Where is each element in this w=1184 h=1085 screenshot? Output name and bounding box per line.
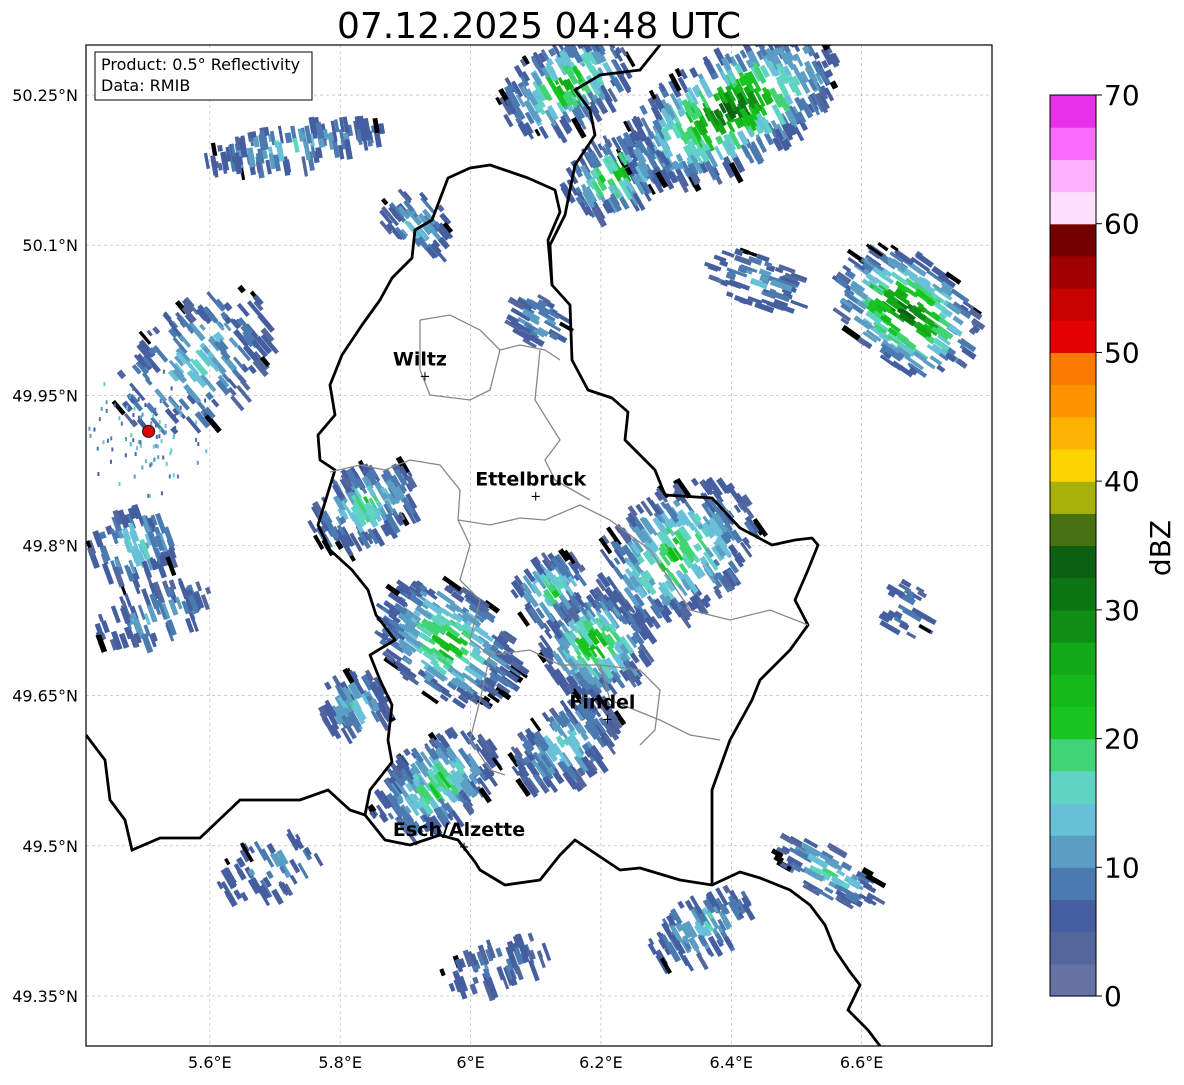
- longitude-axis: 5.6°E 5.8°E 6°E 6.2°E 6.4°E 6.6°E: [188, 1053, 883, 1072]
- colorbar-segment: [1050, 127, 1096, 160]
- info-data-source: Data: RMIB: [101, 76, 190, 95]
- colorbar-segment: [1050, 352, 1096, 386]
- figure-canvas: 07.12.2025 04:48 UTC +Wiltz+Ettelbruck+F…: [12, 6, 1177, 1072]
- lon-tick-label: 6.4°E: [709, 1053, 753, 1072]
- colorbar-tick-label: 30: [1104, 594, 1140, 627]
- colorbar-tick-label: 10: [1104, 851, 1140, 884]
- colorbar-segment: [1050, 963, 1096, 997]
- colorbar-segment: [1050, 770, 1096, 804]
- radar-site-dot[interactable]: [141, 424, 156, 438]
- colorbar-segment: [1050, 899, 1096, 933]
- colorbar-segment: [1050, 191, 1096, 225]
- colorbar-segment: [1050, 577, 1096, 611]
- colorbar-tick-label: 50: [1104, 336, 1140, 369]
- colorbar-segment: [1050, 255, 1096, 289]
- colorbar-segment: [1050, 448, 1096, 482]
- lon-tick-label: 5.8°E: [318, 1053, 362, 1072]
- lon-tick-label: 5.6°E: [188, 1053, 232, 1072]
- radar-site-marker: [141, 424, 156, 438]
- colorbar-segment: [1050, 867, 1096, 901]
- city-marker-cross: +: [602, 713, 613, 728]
- colorbar-segment: [1050, 223, 1096, 257]
- city-marker-cross: +: [419, 369, 430, 384]
- colorbar-segment: [1050, 159, 1096, 193]
- colorbar-tick-label: 70: [1104, 79, 1140, 112]
- colorbar: 0 10 20 30 40 50 60 70: [1049, 79, 1140, 1013]
- colorbar-segment: [1050, 481, 1096, 514]
- lat-tick-label: 49.35°N: [12, 987, 78, 1006]
- colorbar-segment: [1050, 706, 1096, 740]
- lat-tick-label: 49.95°N: [12, 386, 78, 405]
- colorbar-segment: [1050, 545, 1096, 579]
- latitude-axis: 50.25°N 50.1°N 49.95°N 49.8°N 49.65°N 49.5°N 4…: [12, 86, 78, 1006]
- map-title: 07.12.2025 04:48 UTC: [337, 6, 741, 47]
- city-label: Wiltz: [393, 348, 447, 370]
- colorbar-segment: [1050, 384, 1096, 418]
- colorbar-segment: [1050, 802, 1096, 836]
- colorbar-label: dBZ: [1144, 520, 1177, 576]
- city-label: Ettelbruck: [475, 468, 586, 490]
- colorbar-segment: [1050, 320, 1096, 354]
- colorbar-tick-label: 40: [1104, 465, 1140, 498]
- lon-tick-label: 6.2°E: [579, 1053, 623, 1072]
- colorbar-segment: [1050, 642, 1096, 675]
- colorbar-segment: [1050, 835, 1096, 868]
- colorbar-segment: [1050, 738, 1096, 772]
- city-marker-cross: +: [459, 840, 470, 855]
- lon-tick-label: 6.6°E: [840, 1053, 884, 1072]
- colorbar-segment: [1050, 931, 1096, 965]
- colorbar-segment: [1050, 674, 1096, 707]
- colorbar-segment: [1050, 513, 1096, 547]
- lat-tick-label: 50.1°N: [22, 236, 78, 255]
- colorbar-tick-label: 0: [1104, 980, 1122, 1013]
- colorbar-segment: [1050, 95, 1096, 128]
- colorbar-segment: [1050, 609, 1096, 643]
- colorbar-tick-label: 60: [1104, 208, 1140, 241]
- lat-tick-label: 49.65°N: [12, 687, 78, 706]
- colorbar-segment: [1050, 416, 1096, 450]
- city-label: Esch/Alzette: [393, 819, 525, 841]
- lon-tick-label: 6°E: [456, 1053, 484, 1072]
- lat-tick-label: 49.8°N: [22, 537, 78, 556]
- colorbar-segment: [1050, 288, 1096, 321]
- info-product: Product: 0.5° Reflectivity: [101, 55, 300, 74]
- city-marker-cross: +: [530, 489, 541, 504]
- colorbar-tick-label: 20: [1104, 723, 1140, 756]
- info-box: Product: 0.5° Reflectivity Data: RMIB: [94, 51, 313, 101]
- radar-map-figure: 07.12.2025 04:48 UTC + Wiltz + Ettelbruck + F…: [0, 0, 1184, 1081]
- lat-tick-label: 50.25°N: [12, 86, 78, 105]
- lat-tick-label: 49.5°N: [22, 837, 78, 856]
- city-label: Findel: [569, 692, 635, 714]
